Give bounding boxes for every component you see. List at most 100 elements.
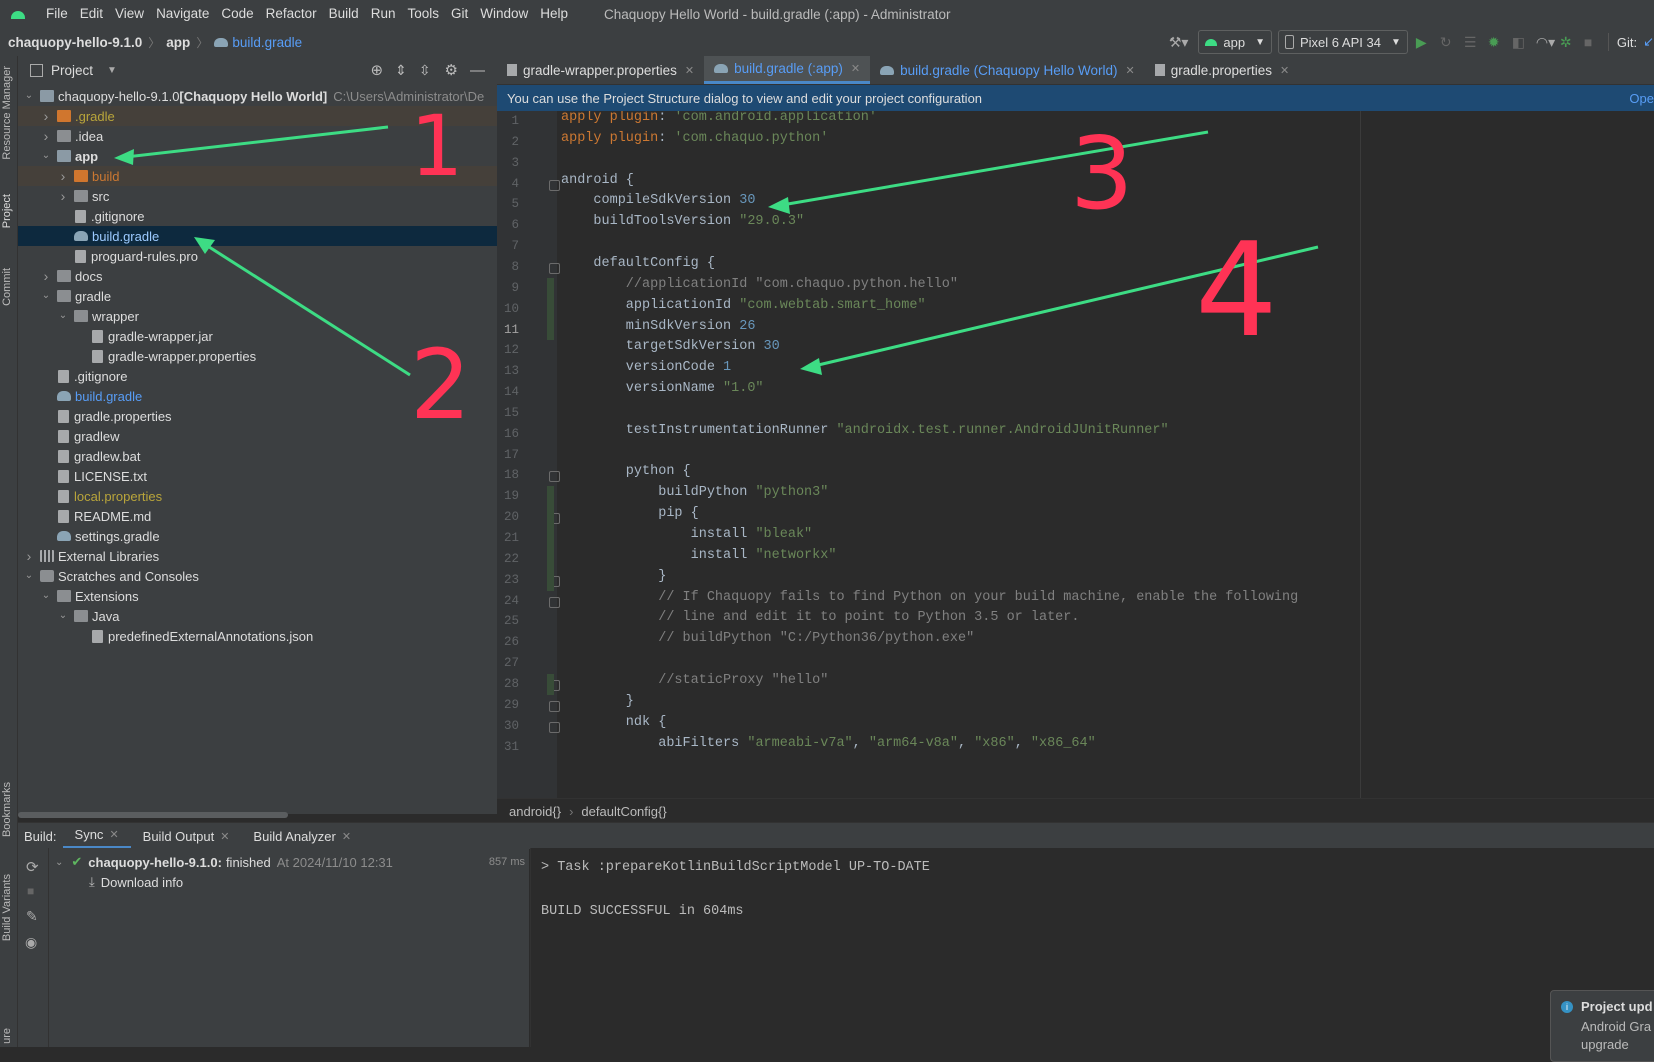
tree-item[interactable]: local.properties [18, 486, 497, 506]
menu-git[interactable]: Git [445, 0, 474, 28]
tree-item[interactable]: build.gradle [18, 386, 497, 406]
chevron-down-icon[interactable]: ⌄ [55, 857, 63, 868]
locate-file-icon[interactable]: ⊕ [371, 61, 384, 79]
build-console[interactable]: > Task :prepareKotlinBuildScriptModel UP… [530, 848, 1654, 1047]
chevron-down-icon[interactable]: ⌄ [41, 591, 51, 601]
build-tree-root[interactable]: ⌄ ✔ chaquopy-hello-9.1.0: finished At 20… [55, 854, 525, 870]
chevron-down-icon[interactable]: ⌄ [58, 611, 68, 621]
tree-item[interactable]: › src [18, 186, 497, 206]
tree-item[interactable]: ⌄ gradle [18, 286, 497, 306]
close-icon[interactable]: ✕ [1280, 64, 1289, 77]
tree-item[interactable]: ⌄ wrapper [18, 306, 497, 326]
tab-gradle-wrapper-properties[interactable]: gradle-wrapper.properties ✕ [497, 56, 704, 84]
banner-open-link[interactable]: Ope [1629, 91, 1654, 106]
menu-navigate[interactable]: Navigate [150, 0, 215, 28]
resource-manager-tab[interactable]: Resource Manager [1, 66, 13, 160]
breadcrumb-module[interactable]: app [166, 35, 190, 50]
collapse-all-icon[interactable]: ⇳ [419, 62, 431, 79]
project-view-selector[interactable]: Project [51, 63, 93, 78]
vcs-change-marker[interactable] [547, 673, 554, 695]
tree-item[interactable]: README.md [18, 506, 497, 526]
close-icon[interactable]: ✕ [851, 62, 860, 75]
tree-item[interactable]: gradle-wrapper.jar [18, 326, 497, 346]
rerun-icon[interactable]: ↻ [1440, 34, 1456, 50]
horizontal-scrollbar[interactable] [18, 812, 288, 818]
close-icon[interactable]: ✕ [342, 830, 351, 843]
logcat-icon[interactable]: ☰ [1464, 34, 1480, 50]
close-icon[interactable]: ✕ [109, 828, 118, 841]
fold-toggle-icon[interactable] [549, 596, 560, 608]
stop-icon[interactable]: ■ [27, 884, 34, 898]
close-icon[interactable]: ✕ [1125, 64, 1134, 77]
menu-run[interactable]: Run [365, 0, 402, 28]
vcs-change-marker[interactable] [547, 486, 554, 591]
tree-item[interactable]: › External Libraries [18, 546, 497, 566]
fold-toggle-icon[interactable] [549, 179, 560, 191]
chevron-down-icon[interactable]: ⌄ [24, 571, 34, 581]
eye-icon[interactable]: ◉ [25, 934, 37, 951]
tab-sync[interactable]: Sync ✕ [62, 823, 131, 849]
tree-item[interactable]: build.gradle [18, 226, 497, 246]
menu-view[interactable]: View [109, 0, 150, 28]
chevron-right-icon[interactable]: › [24, 549, 34, 563]
build-variants-tab[interactable]: Build Variants [1, 874, 13, 941]
tree-item[interactable]: proguard-rules.pro [18, 246, 497, 266]
tree-item[interactable]: › build [18, 166, 497, 186]
menu-code[interactable]: Code [215, 0, 259, 28]
attach-debugger-icon[interactable]: ◧ [1512, 34, 1528, 50]
fold-toggle-icon[interactable] [549, 262, 560, 274]
tab-build-analyzer[interactable]: Build Analyzer ✕ [241, 823, 363, 849]
code-editor[interactable]: apply plugin: 'com.android.application' a… [557, 111, 1654, 798]
breadcrumb-file[interactable]: build.gradle [232, 35, 302, 50]
tab-build-gradle-project[interactable]: build.gradle (Chaquopy Hello World) ✕ [870, 56, 1145, 84]
chevron-right-icon[interactable]: › [58, 169, 68, 183]
git-update-icon[interactable]: ↙ [1643, 34, 1654, 50]
project-tab[interactable]: Project [1, 194, 13, 228]
menu-help[interactable]: Help [534, 0, 574, 28]
menu-file[interactable]: File [40, 0, 74, 28]
tree-item[interactable]: › docs [18, 266, 497, 286]
menu-build[interactable]: Build [323, 0, 365, 28]
project-update-notification[interactable]: i Project upd Android Gra upgrade [1550, 990, 1654, 1062]
tree-item[interactable]: .gitignore [18, 366, 497, 386]
debug-icon[interactable]: ✹ [1488, 34, 1504, 50]
close-icon[interactable]: ✕ [685, 64, 694, 77]
tree-item[interactable]: ⌄ app [18, 146, 497, 166]
bookmarks-tab[interactable]: Bookmarks [1, 782, 13, 837]
menu-refactor[interactable]: Refactor [260, 0, 323, 28]
sync-gradle-icon[interactable]: ✲ [1560, 34, 1576, 50]
tab-build-output[interactable]: Build Output ✕ [131, 823, 242, 849]
chevron-right-icon[interactable]: › [41, 269, 51, 283]
hide-panel-icon[interactable]: — [470, 62, 485, 79]
vcs-change-marker[interactable] [547, 277, 554, 341]
pin-icon[interactable]: ✎ [26, 908, 38, 925]
expand-all-icon[interactable]: ⇕ [395, 62, 407, 79]
chevron-down-icon[interactable]: ⌄ [41, 291, 51, 301]
stop-icon[interactable]: ■ [1584, 34, 1600, 50]
tree-item[interactable]: gradle.properties [18, 406, 497, 426]
tree-item[interactable]: › .gradle [18, 106, 497, 126]
chevron-right-icon[interactable]: › [41, 129, 51, 143]
chevron-down-icon[interactable]: ⌄ [41, 151, 51, 161]
breadcrumb-project[interactable]: chaquopy-hello-9.1.0 [8, 35, 142, 50]
tree-item[interactable]: .gitignore [18, 206, 497, 226]
tree-item[interactable]: ⌄ Scratches and Consoles [18, 566, 497, 586]
chevron-right-icon[interactable]: › [58, 189, 68, 203]
fold-toggle-icon[interactable] [549, 721, 560, 733]
tree-item[interactable]: settings.gradle [18, 526, 497, 546]
run-icon[interactable]: ▶ [1416, 34, 1432, 50]
tree-item[interactable]: predefinedExternalAnnotations.json [18, 626, 497, 646]
tab-gradle-properties[interactable]: gradle.properties ✕ [1145, 56, 1300, 84]
tree-item[interactable]: gradlew [18, 426, 497, 446]
structure-tab[interactable]: ure [1, 1028, 13, 1044]
menu-edit[interactable]: Edit [74, 0, 109, 28]
resync-icon[interactable]: ⟳ [26, 858, 39, 876]
fold-toggle-icon[interactable] [549, 700, 560, 712]
chevron-down-icon[interactable]: ⌄ [58, 311, 68, 321]
tree-item[interactable]: LICENSE.txt [18, 466, 497, 486]
download-info-item[interactable]: ⤓ Download info [89, 874, 183, 890]
menu-tools[interactable]: Tools [401, 0, 445, 28]
chevron-down-icon[interactable]: ⌄ [24, 91, 34, 101]
chevron-right-icon[interactable]: › [41, 109, 51, 123]
tab-build-gradle-app[interactable]: build.gradle (:app) ✕ [704, 56, 871, 84]
